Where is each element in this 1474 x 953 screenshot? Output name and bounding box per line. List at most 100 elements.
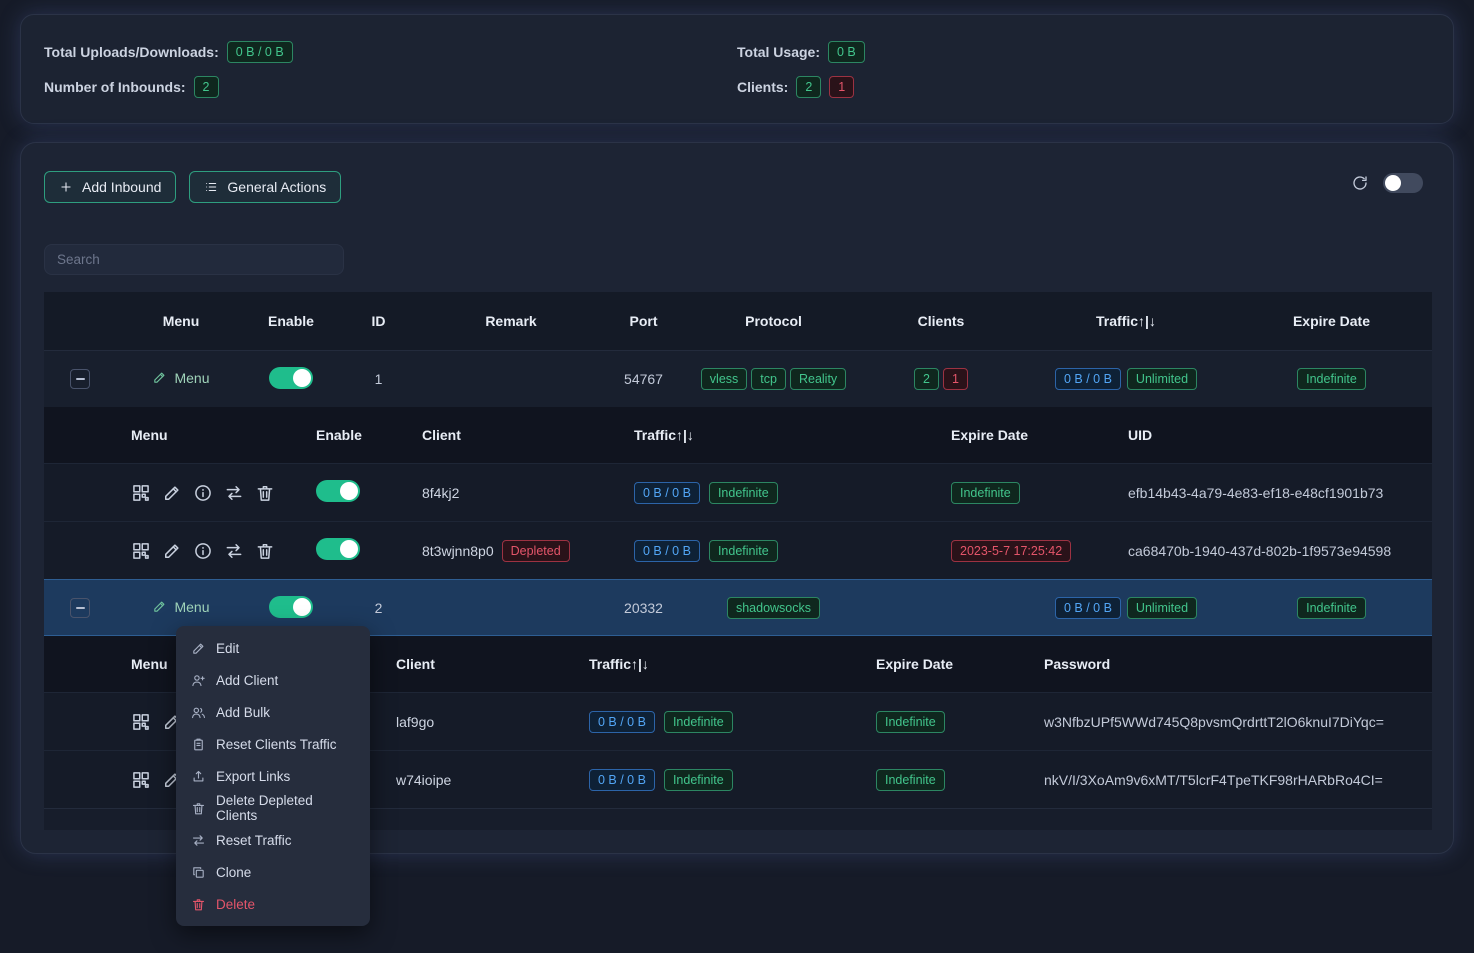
- toolbar: Add Inbound General Actions: [44, 171, 341, 203]
- client-header-uid: UID: [1128, 427, 1432, 443]
- menu-item-reset-traffic[interactable]: Reset Traffic: [176, 824, 370, 856]
- reset-traffic-icon[interactable]: [224, 541, 244, 561]
- client-header-enable: Enable: [316, 427, 422, 443]
- client-name: 8t3wjnn8p0: [422, 543, 494, 559]
- client-actions: [131, 541, 316, 561]
- traffic-limit-badge: Unlimited: [1127, 368, 1197, 390]
- inbounds-count-label: Number of Inbounds:: [44, 79, 186, 95]
- traffic-badge: 0 B / 0 B: [1055, 368, 1121, 390]
- client-traffic-limit-badge: Indefinite: [664, 711, 733, 733]
- header-clients: Clients: [861, 313, 1021, 329]
- total-usage-label: Total Usage:: [737, 44, 820, 60]
- reset-clients-traffic-icon: [191, 737, 206, 752]
- client-table-1-header: Menu Enable Client Traffic↑|↓ Expire Dat…: [44, 407, 1432, 463]
- info-icon[interactable]: [193, 483, 213, 503]
- inbound-row-1[interactable]: Menu 1 54767 vless tcp Reality 2 1 0 B /: [44, 350, 1432, 407]
- add-inbound-button[interactable]: Add Inbound: [44, 171, 176, 203]
- client-password: nkV/I/3XoAm9v6xMT/T5lcrF4TpeTKF98rHARbRo…: [1044, 772, 1432, 788]
- inbounds-table-header: Menu Enable ID Remark Port Protocol Clie…: [44, 292, 1432, 350]
- menu-item-reset-clients-traffic[interactable]: Reset Clients Traffic: [176, 728, 370, 760]
- stat-clients: Clients: 2 1: [737, 76, 1430, 98]
- client-actions: [131, 483, 316, 503]
- header-remark: Remark: [421, 313, 601, 329]
- client-header-client: Client: [396, 656, 589, 672]
- client-header-traffic-sort[interactable]: Traffic↑|↓: [589, 656, 876, 672]
- menu-item-add-client[interactable]: Add Client: [176, 664, 370, 696]
- menu-item-label: Export Links: [216, 769, 290, 784]
- stat-total-usage: Total Usage: 0 B: [737, 41, 1430, 63]
- delete-icon[interactable]: [255, 483, 275, 503]
- client-traffic-badge: 0 B / 0 B: [589, 769, 655, 791]
- menu-item-clone[interactable]: Clone: [176, 856, 370, 888]
- edit-icon[interactable]: [162, 483, 182, 503]
- header-port: Port: [601, 313, 686, 329]
- qrcode-icon[interactable]: [131, 483, 151, 503]
- menu-item-export-links[interactable]: Export Links: [176, 760, 370, 792]
- clients-depleted-badge: 1: [943, 368, 968, 390]
- client-header-menu: Menu: [131, 427, 316, 443]
- menu-item-add-bulk[interactable]: Add Bulk: [176, 696, 370, 728]
- delete-icon[interactable]: [255, 541, 275, 561]
- client-password: w3NfbzUPf5WWd745Q8pvsmQrdrttT2lO6knuI7Di…: [1044, 714, 1432, 730]
- expire-badge: Indefinite: [1297, 368, 1366, 390]
- row-menu-trigger[interactable]: Menu: [152, 370, 209, 386]
- menu-item-label: Reset Traffic: [216, 833, 292, 848]
- inbounds-count-value: 2: [194, 76, 219, 98]
- delete-depleted-clients-icon: [191, 801, 206, 816]
- menu-item-edit[interactable]: Edit: [176, 632, 370, 664]
- qrcode-icon[interactable]: [131, 541, 151, 561]
- dark-mode-toggle[interactable]: [1383, 173, 1423, 193]
- add-client-icon: [191, 673, 206, 688]
- menu-item-label: Add Client: [216, 673, 278, 688]
- delete-icon: [191, 897, 206, 912]
- client-traffic-badge: 0 B / 0 B: [634, 482, 700, 504]
- collapse-row-button[interactable]: [70, 598, 90, 618]
- qrcode-icon[interactable]: [131, 770, 151, 790]
- menu-item-delete[interactable]: Delete: [176, 888, 370, 920]
- transport-badge: tcp: [751, 368, 786, 390]
- collapse-row-button[interactable]: [70, 369, 90, 389]
- inbound-port: 54767: [601, 371, 686, 387]
- edit-icon[interactable]: [162, 541, 182, 561]
- minus-icon: [76, 607, 85, 609]
- client-header-expire: Expire Date: [876, 656, 1044, 672]
- edit-icon: [152, 370, 167, 385]
- client-expire-badge: 2023-5-7 17:25:42: [951, 540, 1071, 562]
- menu-item-label: Edit: [216, 641, 239, 656]
- client-enable-toggle[interactable]: [316, 538, 360, 560]
- client-traffic-limit-badge: Indefinite: [664, 769, 733, 791]
- header-protocol: Protocol: [686, 313, 861, 329]
- search-input[interactable]: [44, 244, 344, 275]
- menu-item-label: Delete: [216, 897, 255, 912]
- row-menu-label: Menu: [174, 370, 209, 386]
- plus-icon: [59, 180, 73, 194]
- menu-item-label: Clone: [216, 865, 251, 880]
- enable-toggle[interactable]: [269, 596, 313, 618]
- client-row: 8f4kj2 0 B / 0 B Indefinite Indefinite e…: [44, 463, 1432, 521]
- header-traffic-sort[interactable]: Traffic↑|↓: [1021, 313, 1231, 329]
- general-actions-button[interactable]: General Actions: [189, 171, 341, 203]
- menu-item-delete-depleted-clients[interactable]: Delete Depleted Clients: [176, 792, 370, 824]
- protocol-badge: vless: [701, 368, 747, 390]
- client-header-client: Client: [422, 427, 634, 443]
- client-name: 8f4kj2: [422, 485, 459, 501]
- row-menu-label: Menu: [174, 599, 209, 615]
- enable-toggle[interactable]: [269, 367, 313, 389]
- header-enable: Enable: [246, 313, 336, 329]
- reset-traffic-icon[interactable]: [224, 483, 244, 503]
- reload-icon[interactable]: [1351, 174, 1369, 192]
- export-links-icon: [191, 769, 206, 784]
- client-enable-toggle[interactable]: [316, 480, 360, 502]
- edit-icon: [152, 599, 167, 614]
- client-traffic-badge: 0 B / 0 B: [634, 540, 700, 562]
- row-menu-trigger[interactable]: Menu: [152, 599, 209, 615]
- client-header-traffic-sort[interactable]: Traffic↑|↓: [634, 427, 951, 443]
- info-icon[interactable]: [193, 541, 213, 561]
- qrcode-icon[interactable]: [131, 712, 151, 732]
- client-header-password: Password: [1044, 656, 1432, 672]
- expire-badge: Indefinite: [1297, 597, 1366, 619]
- inbound-port: 20332: [601, 600, 686, 616]
- add-bulk-icon: [191, 705, 206, 720]
- client-traffic-limit-badge: Indefinite: [709, 482, 778, 504]
- clients-active-badge: 2: [914, 368, 939, 390]
